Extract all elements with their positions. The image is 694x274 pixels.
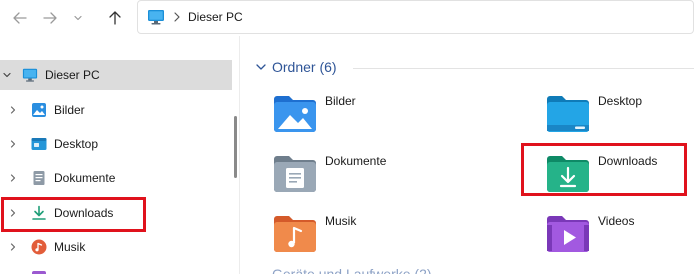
folder-label: Bilder xyxy=(325,94,356,108)
sidebar-item-label: Dokumente xyxy=(54,171,116,185)
videos-folder-icon xyxy=(547,216,589,252)
group-title: Ordner (6) xyxy=(272,59,337,75)
this-pc-icon xyxy=(22,68,38,82)
chevron-right-icon[interactable] xyxy=(8,139,18,149)
sidebar-item-this-pc[interactable]: Dieser PC xyxy=(0,60,232,90)
chevron-down-icon[interactable] xyxy=(2,70,12,80)
desktop-icon xyxy=(31,138,47,150)
music-icon xyxy=(31,239,47,255)
arrow-up-icon xyxy=(109,11,121,25)
sidebar-item-partial[interactable] xyxy=(0,268,232,274)
breadcrumb-this-pc[interactable]: Dieser PC xyxy=(188,10,243,24)
address-bar[interactable]: Dieser PC xyxy=(137,0,694,34)
navigation-bar: Dieser PC xyxy=(0,0,694,36)
recent-locations-button[interactable] xyxy=(70,6,86,30)
chevron-right-icon[interactable] xyxy=(8,105,18,115)
sidebar-item-documents[interactable]: Dokumente xyxy=(0,163,232,193)
pictures-folder-icon xyxy=(274,96,316,132)
folder-label: Desktop xyxy=(598,94,643,108)
sidebar-item-music[interactable]: Musik xyxy=(0,232,232,262)
navigation-pane: Dieser PC Bilder Desktop Dokumente Downl… xyxy=(0,36,240,274)
up-button[interactable] xyxy=(103,6,127,30)
folder-desktop[interactable]: Desktop xyxy=(545,93,694,145)
highlight-box-sidebar-downloads xyxy=(1,197,146,232)
chevron-right-icon[interactable] xyxy=(8,173,18,183)
documents-icon xyxy=(33,171,45,185)
folder-label: Musik xyxy=(325,214,357,228)
sidebar-item-pictures[interactable]: Bilder xyxy=(0,95,232,125)
chevron-down-icon[interactable] xyxy=(255,62,267,72)
folder-music[interactable]: Musik xyxy=(272,213,472,265)
folder-documents[interactable]: Dokumente xyxy=(272,153,472,205)
this-pc-icon xyxy=(148,10,164,25)
sidebar-scrollbar[interactable] xyxy=(234,116,237,178)
chevron-right-icon[interactable] xyxy=(8,242,18,252)
sidebar-item-label: Bilder xyxy=(54,103,85,117)
music-folder-icon xyxy=(274,216,316,252)
sidebar-item-desktop[interactable]: Desktop xyxy=(0,129,232,159)
group-divider xyxy=(353,68,694,69)
back-button[interactable] xyxy=(8,6,32,30)
arrow-left-icon xyxy=(13,12,27,24)
sidebar-item-label: Desktop xyxy=(54,137,99,151)
sidebar-item-label: Dieser PC xyxy=(45,68,100,82)
folder-videos[interactable]: Videos xyxy=(545,213,694,265)
sidebar-item-label: Musik xyxy=(54,240,86,254)
pictures-icon xyxy=(32,103,46,117)
group-title-devices-partial[interactable]: Geräte und Laufwerke (2) xyxy=(272,266,432,274)
folder-pictures[interactable]: Bilder xyxy=(272,93,472,145)
documents-folder-icon xyxy=(274,156,316,192)
folder-label: Dokumente xyxy=(325,154,387,168)
folder-label: Videos xyxy=(598,214,635,228)
chevron-down-icon xyxy=(74,15,82,21)
breadcrumb-chevron-icon xyxy=(174,12,180,22)
highlight-box-folder-downloads xyxy=(521,143,687,196)
forward-button[interactable] xyxy=(38,6,62,30)
videos-icon xyxy=(32,271,46,274)
desktop-folder-icon xyxy=(547,96,589,132)
arrow-right-icon xyxy=(43,12,57,24)
